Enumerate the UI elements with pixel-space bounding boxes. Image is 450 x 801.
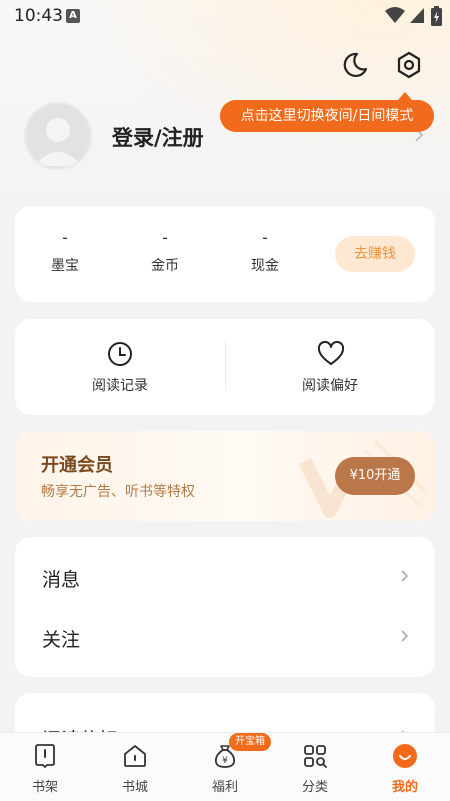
nav-label: 福利 <box>211 780 238 795</box>
login-register-link[interactable]: 登录/注册 <box>112 122 204 152</box>
menu-card: 消息 关注 <box>15 537 435 677</box>
vip-open-button[interactable]: ¥10开通 <box>335 457 415 495</box>
notification-a-icon: A <box>66 9 80 23</box>
nav-label: 书城 <box>121 780 148 795</box>
night-mode-tooltip[interactable]: 点击这里切换夜间/日间模式 <box>220 92 434 132</box>
nav-bookshelf[interactable]: 书架 <box>0 733 90 801</box>
heart-icon <box>317 341 345 365</box>
vip-subtitle: 畅享无广告、听书等特权 <box>41 484 195 500</box>
status-bar: 10:43 A <box>0 0 450 32</box>
bookstore-icon <box>124 745 146 767</box>
shortcuts-card: 阅读记录 阅读偏好 <box>15 319 435 415</box>
menu-item-label: 关注 <box>42 629 81 651</box>
stat-value: - <box>62 228 68 247</box>
night-mode-moon-icon[interactable] <box>340 50 370 80</box>
wallet-card: - 墨宝 - 金币 - 现金 去赚钱 <box>15 206 435 302</box>
shortcut-label: 阅读记录 <box>92 378 148 394</box>
stat-label: 金币 <box>151 258 179 274</box>
cellular-icon <box>410 8 424 23</box>
clock-icon <box>108 342 132 366</box>
nav-label: 书架 <box>31 780 58 795</box>
stat-value: - <box>162 228 168 247</box>
stat-label: 现金 <box>251 258 279 274</box>
earn-money-button[interactable]: 去赚钱 <box>335 236 415 272</box>
stat-value: - <box>262 228 268 247</box>
status-time: 10:43 <box>14 6 63 26</box>
chevron-right-icon <box>401 570 409 582</box>
treasure-box-badge[interactable]: 开宝箱 <box>229 733 271 751</box>
nav-bookstore[interactable]: 书城 <box>90 733 180 801</box>
reading-preference-button[interactable]: 阅读偏好 <box>225 319 435 415</box>
svg-text:¥: ¥ <box>222 756 228 766</box>
vip-card[interactable]: 开通会员 畅享无广告、听书等特权 ¥10开通 <box>15 431 435 521</box>
stat-coins[interactable]: - 金币 <box>115 206 215 275</box>
chevron-right-icon <box>401 630 409 642</box>
stat-cash[interactable]: - 现金 <box>215 206 315 275</box>
wifi-icon <box>385 7 405 23</box>
reading-history-button[interactable]: 阅读记录 <box>15 319 225 415</box>
bottom-nav: 书架 书城 ¥ 福利 分类 我的 <box>0 732 450 801</box>
stat-mobao[interactable]: - 墨宝 <box>15 206 115 275</box>
settings-gear-icon[interactable] <box>394 50 424 80</box>
nav-category[interactable]: 分类 <box>270 733 360 801</box>
avatar[interactable] <box>24 102 92 170</box>
nav-label: 我的 <box>391 780 418 795</box>
category-grid-icon <box>304 745 327 768</box>
nav-label: 分类 <box>301 780 328 795</box>
stat-label: 墨宝 <box>51 258 79 274</box>
bookshelf-icon <box>35 744 55 768</box>
menu-item-label: 消息 <box>42 569 81 591</box>
profile-smile-icon <box>393 744 417 768</box>
menu-item-follow[interactable]: 关注 <box>15 607 435 667</box>
nav-mine[interactable]: 我的 <box>360 733 450 801</box>
default-avatar-icon <box>34 118 82 166</box>
battery-icon <box>431 6 442 26</box>
menu-item-messages[interactable]: 消息 <box>15 547 435 607</box>
shortcut-label: 阅读偏好 <box>302 378 358 394</box>
vip-title: 开通会员 <box>41 455 113 476</box>
